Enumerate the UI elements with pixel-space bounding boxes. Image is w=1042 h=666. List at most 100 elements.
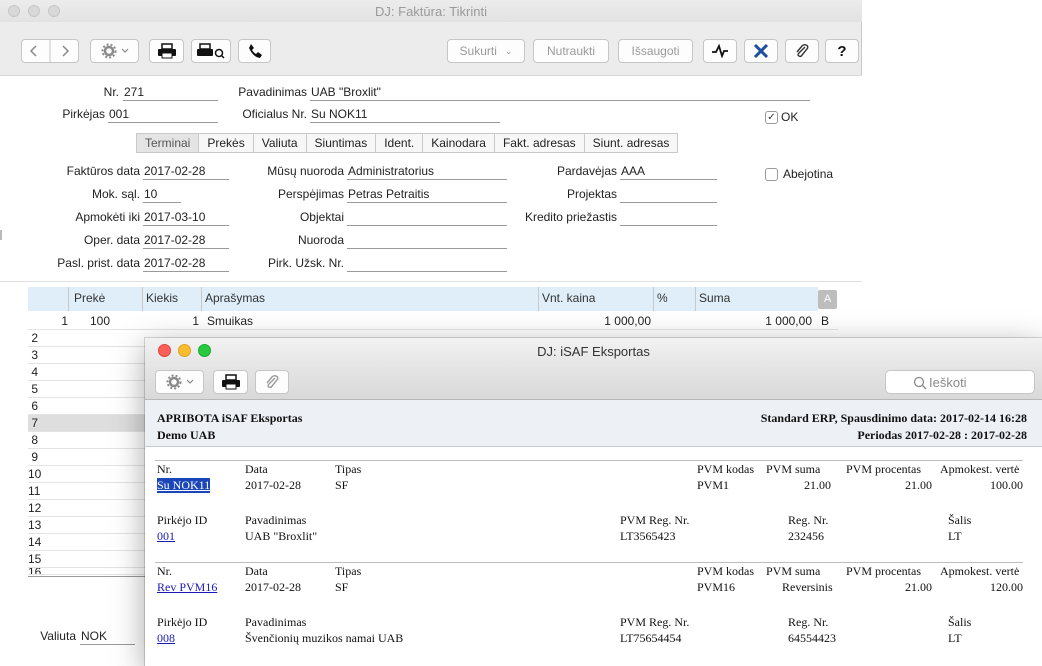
window-edge-marker <box>0 230 2 240</box>
attachment-button[interactable] <box>255 370 289 394</box>
ok-checkbox[interactable]: ✓ <box>765 111 778 124</box>
pirkejas-field[interactable]: 001 <box>108 107 218 123</box>
print-button[interactable] <box>149 39 184 63</box>
oper-data-field[interactable]: 2017-02-28 <box>143 233 229 249</box>
row-kiekis: 1 <box>192 314 199 328</box>
call-button[interactable] <box>238 39 271 63</box>
hdr-pavadinimas: Pavadinimas <box>245 513 307 527</box>
hdr-pirkejo-id: Pirkėjo ID <box>157 615 208 629</box>
hdr-nr: Nr. <box>157 564 172 578</box>
row-number: 13 <box>28 518 42 532</box>
issaugoti-button[interactable]: Išsaugoti <box>618 39 693 63</box>
print-preview-icon <box>197 43 225 59</box>
pavadinimas-field[interactable]: UAB "Broxlit" <box>310 85 810 101</box>
pardavejas-field[interactable]: AAA <box>620 164 717 180</box>
tab-terminai[interactable]: Terminai <box>137 134 200 152</box>
pirk-uzsk-nr-label: Pirk. Užsk. Nr. <box>267 256 344 270</box>
abejotina-checkbox[interactable] <box>765 168 778 181</box>
col-header-kiekis[interactable]: Kiekis <box>146 291 178 305</box>
record-pvm-suma: 21.00 <box>804 478 831 492</box>
row-flag: B <box>821 314 830 328</box>
nav-back-forward-buttons[interactable] <box>21 39 79 63</box>
report-title: APRIBOTA iSAF Eksportas <box>157 411 303 425</box>
hdr-salis: Šalis <box>948 615 972 629</box>
apmoketi-iki-field[interactable]: 2017-03-10 <box>143 210 229 226</box>
record-salis: LT <box>948 529 962 543</box>
search-input[interactable]: Ieškoti <box>885 370 1035 394</box>
invoice-window-title: DJ: Faktūra: Tikrinti <box>375 4 487 19</box>
row-number: 2 <box>31 331 38 345</box>
pirkejas-label: Pirkėjas <box>62 107 105 121</box>
isaf-titlebar: DJ: iSAF Eksportas <box>145 338 1042 364</box>
row-number: 15 <box>28 552 42 566</box>
graph-button[interactable] <box>703 39 737 63</box>
hdr-salis: Šalis <box>948 513 972 527</box>
fullscreen-button[interactable] <box>744 39 778 63</box>
record-data: 2017-02-28 <box>245 478 301 492</box>
nr-field[interactable]: 271 <box>123 85 218 101</box>
musu-nuoroda-field[interactable]: Administratorius <box>347 164 507 180</box>
invoice-tabs: Terminai Prekės Valiuta Siuntimas Ident.… <box>136 133 679 153</box>
col-header-aprasymas[interactable]: Aprašymas <box>205 291 265 305</box>
tab-valiuta[interactable]: Valiuta <box>254 134 307 152</box>
nuoroda-field[interactable] <box>347 233 507 249</box>
invoice-titlebar: DJ: Faktūra: Tikrinti <box>0 0 862 22</box>
projektas-field[interactable] <box>620 187 717 203</box>
settings-menu-button[interactable] <box>90 39 139 63</box>
row-number: 5 <box>31 382 38 396</box>
kredito-priezastis-field[interactable] <box>620 210 717 226</box>
perspejimas-label: Perspėjimas <box>277 187 344 201</box>
row-aprasymas: Smuikas <box>207 314 254 328</box>
perspejimas-field[interactable]: Petras Petraitis <box>347 187 507 203</box>
objektai-field[interactable] <box>347 210 507 226</box>
ok-label: OK <box>781 110 799 124</box>
col-header-suma[interactable]: Suma <box>699 291 730 305</box>
record-divider <box>155 460 1023 461</box>
tab-prekes[interactable]: Prekės <box>199 134 254 152</box>
nutraukti-button[interactable]: Nutraukti <box>533 39 609 63</box>
record-pvm-reg-nr: LT75654454 <box>620 631 682 645</box>
mok-sal-field[interactable]: 10 <box>143 187 181 203</box>
tab-siuntimas[interactable]: Siuntimas <box>307 134 377 152</box>
report-print-info: Standard ERP, Spausdinimo data: 2017-02-… <box>760 411 1027 425</box>
apmoketi-iki-label: Apmokėti iki <box>75 210 140 224</box>
grid-a-toggle[interactable]: A <box>818 290 837 309</box>
printer-icon <box>221 374 240 390</box>
grid-col-separator <box>695 287 696 311</box>
tab-fakt-adresas[interactable]: Fakt. adresas <box>495 134 585 152</box>
hdr-reg-nr: Reg. Nr. <box>788 615 829 629</box>
col-header-preke[interactable]: Prekė <box>74 291 105 305</box>
attachment-button[interactable] <box>785 39 819 63</box>
print-button[interactable] <box>213 370 248 394</box>
grid-col-separator <box>201 287 202 311</box>
row-number: 12 <box>28 501 42 515</box>
tab-siunt-adresas[interactable]: Siunt. adresas <box>585 134 678 152</box>
hdr-pvm-suma: PVM suma <box>766 564 821 578</box>
table-row[interactable]: 1 100 1 Smuikas 1 000,00 1 000,00 B <box>28 313 838 330</box>
record-tipas: SF <box>335 580 349 594</box>
pirk-uzsk-nr-field[interactable] <box>347 256 507 272</box>
record-pirkejo-id-link[interactable]: 008 <box>157 631 175 646</box>
pasl-prist-data-field[interactable]: 2017-02-28 <box>143 256 229 272</box>
col-header-vnt-kaina[interactable]: Vnt. kaina <box>542 291 595 305</box>
tab-kainodara[interactable]: Kainodara <box>423 134 495 152</box>
valiuta-field[interactable]: NOK <box>80 629 135 645</box>
sukurti-button[interactable]: Sukurti ⌄ <box>447 39 525 63</box>
row-number: 7 <box>31 416 38 430</box>
fakturos-data-field[interactable]: 2017-02-28 <box>143 164 229 180</box>
record-nr-link[interactable]: Rev PVM16 <box>157 580 217 595</box>
hdr-pvm-procentas: PVM procentas <box>846 462 921 476</box>
oficialus-nr-field[interactable]: Su NOK11 <box>310 107 500 123</box>
help-button[interactable]: ? <box>825 39 859 63</box>
settings-menu-button[interactable] <box>155 370 204 394</box>
search-placeholder: Ieškoti <box>929 375 967 390</box>
record-pirkejo-id-link[interactable]: 001 <box>157 529 175 544</box>
valiuta-label: Valiuta <box>40 629 76 643</box>
row-vnt-kaina: 1 000,00 <box>604 314 651 328</box>
print-preview-button[interactable] <box>191 39 231 63</box>
tab-ident[interactable]: Ident. <box>376 134 424 152</box>
hdr-pavadinimas: Pavadinimas <box>245 615 307 629</box>
col-header-percent[interactable]: % <box>657 291 668 305</box>
record-nr-link[interactable]: Su NOK11 <box>157 478 211 493</box>
hdr-pvm-kodas: PVM kodas <box>697 462 755 476</box>
